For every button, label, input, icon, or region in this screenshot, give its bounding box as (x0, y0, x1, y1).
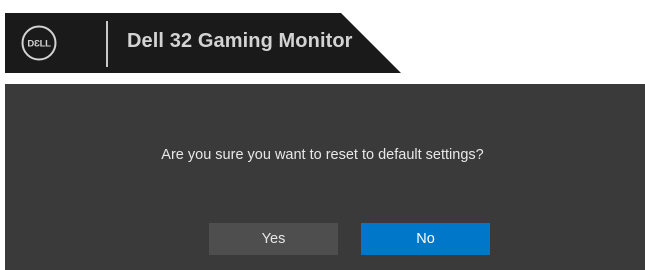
no-button[interactable]: No (361, 223, 490, 255)
svg-text:DƐLL: DƐLL (27, 39, 51, 50)
yes-button[interactable]: Yes (209, 223, 338, 255)
monitor-osd-screen: DƐLL Dell 32 Gaming Monitor Are you sure… (0, 0, 645, 270)
reset-confirm-dialog: Are you sure you want to reset to defaul… (5, 84, 645, 270)
header-title: Dell 32 Gaming Monitor (127, 30, 353, 52)
dialog-message: Are you sure you want to reset to defaul… (161, 147, 484, 163)
header-divider (106, 21, 108, 67)
dell-logo-icon: DƐLL (21, 25, 57, 61)
osd-header: DƐLL Dell 32 Gaming Monitor (5, 13, 401, 73)
